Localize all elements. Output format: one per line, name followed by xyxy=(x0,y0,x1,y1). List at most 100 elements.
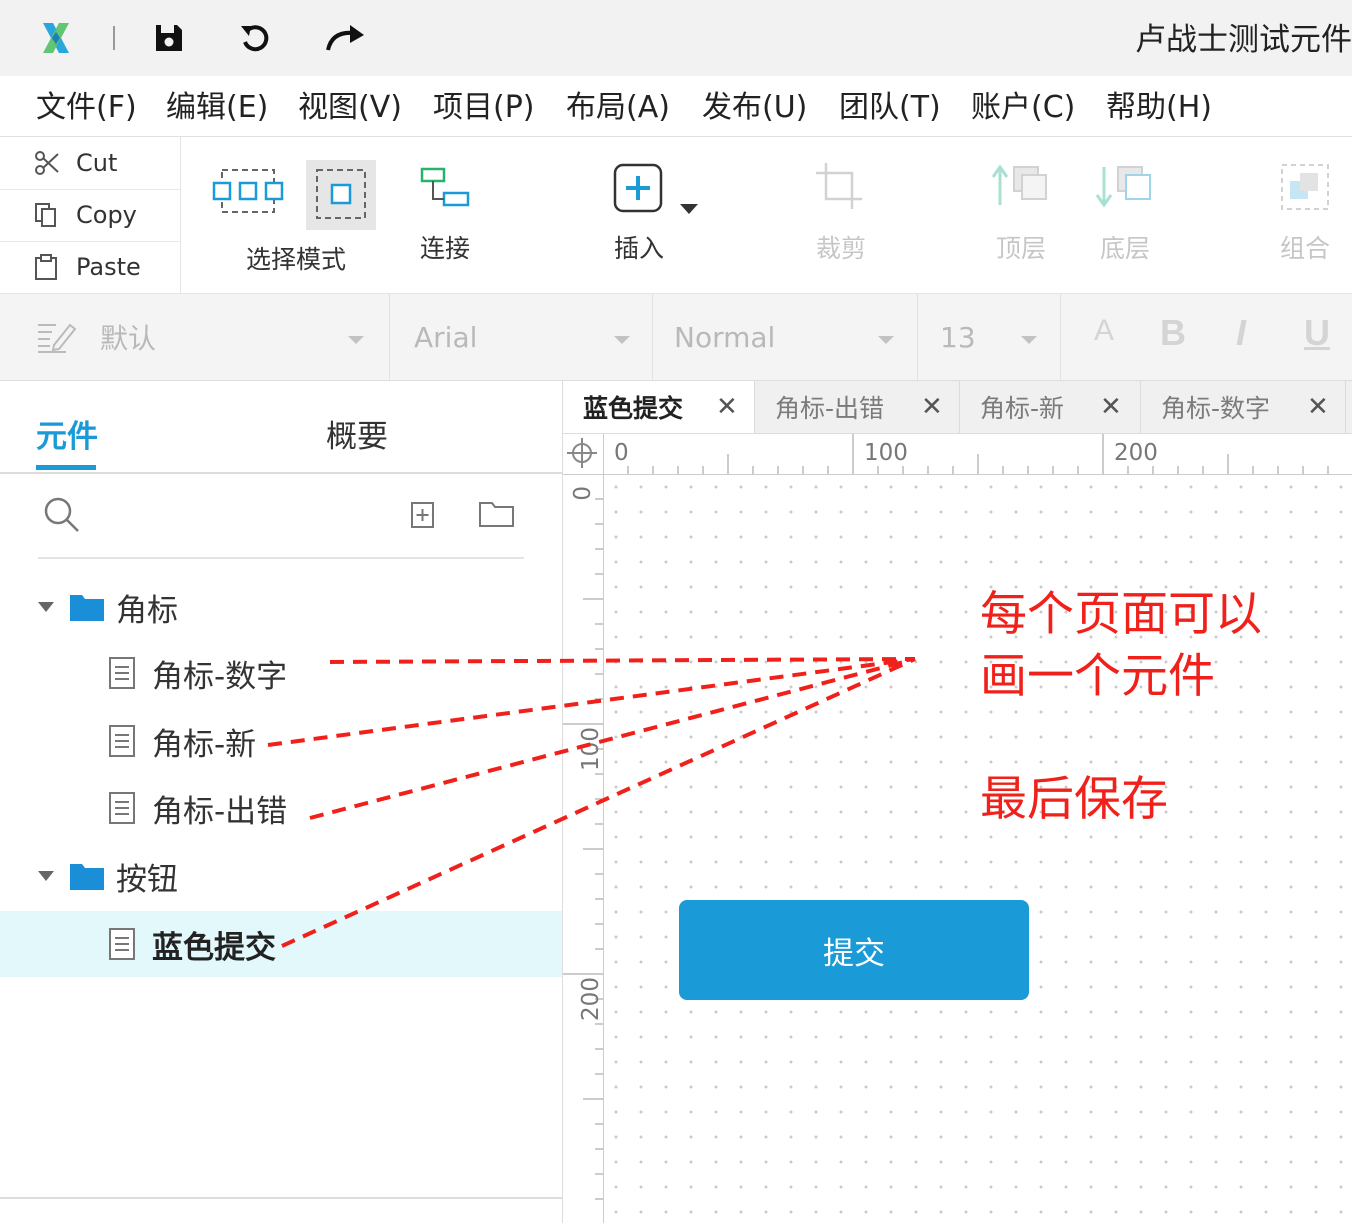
expand-arrow-icon[interactable] xyxy=(38,871,54,881)
ruler-label: 200 xyxy=(577,977,604,1021)
font-weight-dropdown[interactable]: Normal xyxy=(653,294,918,380)
clipboard-icon xyxy=(34,254,64,280)
ruler-label: 200 xyxy=(1114,440,1158,466)
axure-logo-icon[interactable] xyxy=(36,18,76,58)
close-icon[interactable]: ✕ xyxy=(921,392,943,422)
redo-icon[interactable] xyxy=(322,18,368,58)
menu-account[interactable]: 账户(C) xyxy=(971,82,1075,126)
font-chevron-down-icon xyxy=(614,336,630,344)
tab-outline[interactable]: 概要 xyxy=(326,411,388,456)
font-weight-value: Normal xyxy=(674,320,776,354)
cut-button[interactable]: Cut xyxy=(0,137,180,190)
folder-icon xyxy=(70,593,104,621)
underline-button[interactable]: U xyxy=(1304,312,1330,354)
undo-icon[interactable] xyxy=(236,18,276,58)
send-to-back-icon xyxy=(1095,166,1151,208)
italic-button[interactable]: I xyxy=(1236,312,1246,354)
tree-folder-buttons[interactable]: 按钮 xyxy=(0,846,562,906)
font-size-dropdown[interactable]: 13 xyxy=(918,294,1061,380)
page-icon xyxy=(108,791,136,825)
text-color-button[interactable]: A xyxy=(1094,314,1114,348)
crop-label: 裁剪 xyxy=(815,234,866,263)
insert-tool[interactable]: 插入 xyxy=(612,157,666,265)
select-mode-label: 选择模式 xyxy=(246,245,347,274)
scissors-icon xyxy=(34,150,64,176)
style-edit-icon xyxy=(36,319,78,355)
crop-icon xyxy=(816,163,862,209)
group-icon xyxy=(1281,164,1329,210)
add-folder-icon[interactable] xyxy=(478,499,516,533)
paste-button[interactable]: Paste xyxy=(0,241,180,293)
bring-to-front-tool[interactable]: 顶层 xyxy=(990,157,1052,265)
tree-label: 角标 xyxy=(116,592,178,629)
save-icon[interactable] xyxy=(149,18,189,58)
tree-label: 角标-新 xyxy=(152,726,257,763)
tree-label: 角标-出错 xyxy=(152,793,288,830)
menu-layout[interactable]: 布局(A) xyxy=(566,82,670,126)
select-contain-button[interactable] xyxy=(306,160,376,230)
tree-label: 蓝色提交 xyxy=(152,929,276,966)
connect-tool[interactable]: 连接 xyxy=(416,157,474,265)
tab-blue-submit[interactable]: 蓝色提交 ✕ xyxy=(563,381,755,433)
copy-button[interactable]: Copy xyxy=(0,189,180,242)
tab-label: 角标-出错 xyxy=(775,394,885,423)
close-icon[interactable]: ✕ xyxy=(1100,392,1122,422)
submit-button-widget[interactable]: 提交 xyxy=(679,900,1029,1000)
annotation-text: 每个页面可以 xyxy=(980,587,1262,642)
menu-file[interactable]: 文件(F) xyxy=(36,82,137,126)
horizontal-ruler: 0 100 200 xyxy=(602,434,1352,475)
connect-label: 连接 xyxy=(419,234,470,263)
menu-team[interactable]: 团队(T) xyxy=(839,82,941,126)
clipboard-group: Cut Copy Paste xyxy=(0,137,181,293)
cut-label: Cut xyxy=(76,149,118,177)
menu-help[interactable]: 帮助(H) xyxy=(1106,82,1212,126)
menu-project[interactable]: 项目(P) xyxy=(433,82,535,126)
annotation-text: 画一个元件 xyxy=(980,649,1215,704)
top-layer-label: 顶层 xyxy=(995,234,1046,263)
font-size-value: 13 xyxy=(940,320,976,354)
panel-bottom-divider xyxy=(0,1197,562,1199)
send-to-back-tool[interactable]: 底层 xyxy=(1094,157,1156,265)
select-contain-icon xyxy=(316,169,366,219)
expand-arrow-icon[interactable] xyxy=(38,602,54,612)
tab-components[interactable]: 元件 xyxy=(36,411,98,456)
folder-icon xyxy=(70,862,104,890)
group-label: 组合 xyxy=(1279,234,1330,263)
window-title: 卢战士测试元件 xyxy=(1135,22,1352,58)
style-value: 默认 xyxy=(100,322,157,355)
insert-dropdown-arrow-icon[interactable] xyxy=(680,204,698,214)
font-family-dropdown[interactable]: Arial xyxy=(390,294,653,380)
tree-page-badge-error[interactable]: 角标-出错 xyxy=(0,778,562,838)
tab-badge-error[interactable]: 角标-出错 ✕ xyxy=(755,381,960,433)
tree-label: 按钮 xyxy=(116,861,178,898)
menu-bar: 文件(F) 编辑(E) 视图(V) 项目(P) 布局(A) 发布(U) 团队(T… xyxy=(0,76,1352,137)
ruler-label: 0 xyxy=(567,486,593,501)
close-icon[interactable]: ✕ xyxy=(1307,392,1329,422)
tree-page-badge-new[interactable]: 角标-新 xyxy=(0,711,562,771)
ruler-origin-button[interactable] xyxy=(563,434,604,475)
search-icon[interactable] xyxy=(42,495,82,539)
crop-tool[interactable]: 裁剪 xyxy=(812,157,870,265)
search-underline xyxy=(38,557,524,559)
tree-page-blue-submit[interactable]: 蓝色提交 xyxy=(0,911,562,977)
add-page-icon[interactable] xyxy=(410,501,436,533)
tab-badge-new[interactable]: 角标-新 ✕ xyxy=(960,381,1141,433)
bold-button[interactable]: B xyxy=(1160,312,1186,354)
tab-badge-number[interactable]: 角标-数字 ✕ xyxy=(1141,381,1346,433)
connector-icon xyxy=(420,167,470,207)
bring-to-front-icon xyxy=(991,164,1047,205)
tree-folder-badges[interactable]: 角标 xyxy=(0,577,562,637)
tree-page-badge-number[interactable]: 角标-数字 xyxy=(0,643,562,703)
tab-divider xyxy=(0,472,562,474)
menu-edit[interactable]: 编辑(E) xyxy=(166,82,268,126)
main-toolbar: Cut Copy Paste 选择模式 连接 插入 裁剪 顶层 底层 组合 xyxy=(0,137,1352,294)
size-chevron-down-icon xyxy=(1021,336,1037,344)
style-dropdown[interactable]: 默认 xyxy=(0,294,390,380)
group-tool[interactable]: 组合 xyxy=(1276,157,1334,265)
select-intersect-icon[interactable] xyxy=(212,162,284,224)
menu-view[interactable]: 视图(V) xyxy=(298,82,402,126)
page-icon xyxy=(108,656,136,690)
menu-publish[interactable]: 发布(U) xyxy=(702,82,807,126)
close-icon[interactable]: ✕ xyxy=(716,392,738,422)
horizontal-ruler-ticks xyxy=(602,434,1329,474)
